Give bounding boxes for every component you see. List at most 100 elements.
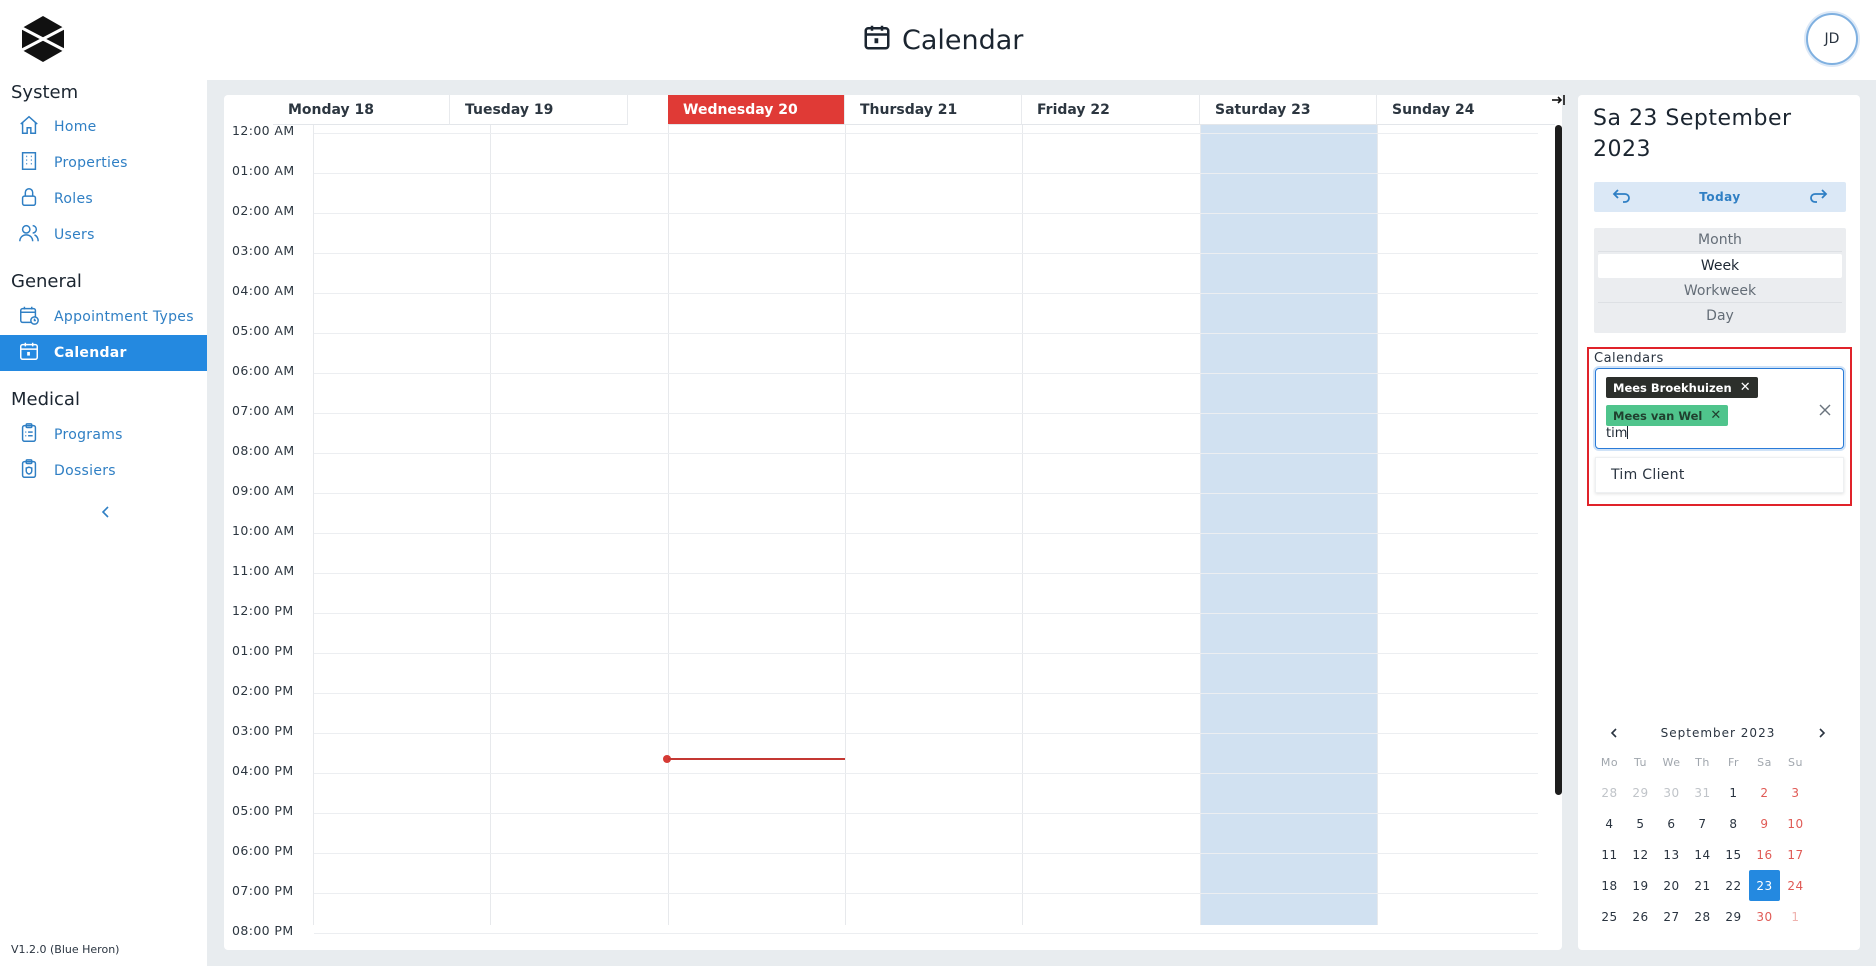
view-option-day[interactable]: Day (1598, 304, 1842, 328)
hour-line (314, 893, 1538, 894)
mini-calendar-day[interactable]: 11 (1594, 839, 1625, 870)
mini-calendar-day[interactable]: 27 (1656, 901, 1687, 932)
sidebar-item-appointment-types[interactable]: Appointment Types (0, 299, 207, 335)
mini-calendar-day[interactable]: 14 (1687, 839, 1718, 870)
mini-calendar-day[interactable]: 8 (1718, 808, 1749, 839)
time-label: 05:00 AM (232, 323, 295, 338)
mini-calendar-header: September 2023 (1608, 723, 1828, 743)
day-header[interactable]: Monday 18 (273, 95, 450, 125)
sidebar-item-label: Home (54, 119, 97, 135)
hour-line (314, 693, 1538, 694)
time-label: 08:00 PM (232, 923, 294, 938)
mini-calendar-day[interactable]: 28 (1687, 901, 1718, 932)
sidebar-item-programs[interactable]: Programs (0, 417, 207, 453)
mini-calendar-day[interactable]: 29 (1625, 777, 1656, 808)
time-label: 04:00 PM (232, 763, 294, 778)
mini-calendar-day[interactable]: 28 (1594, 777, 1625, 808)
sidebar-item-properties[interactable]: Properties (0, 145, 207, 181)
hour-line (314, 293, 1538, 294)
column-divider (1022, 125, 1023, 925)
previous-month-chevron-icon[interactable] (1608, 724, 1620, 743)
mini-calendar-day[interactable]: 3 (1780, 777, 1811, 808)
column-divider (313, 125, 314, 925)
mini-calendar-day[interactable]: 26 (1625, 901, 1656, 932)
time-label: 01:00 AM (232, 163, 295, 178)
mini-calendar-day[interactable]: 15 (1718, 839, 1749, 870)
calendar-icon (862, 22, 892, 59)
mini-calendar-day[interactable]: 1 (1718, 777, 1749, 808)
mini-calendar-day[interactable]: 9 (1749, 808, 1780, 839)
calendar-chip: Mees van Wel ✕ (1606, 405, 1729, 426)
chip-label: Mees Broekhuizen (1613, 380, 1732, 395)
mini-calendar-day[interactable]: 6 (1656, 808, 1687, 839)
dropdown-option[interactable]: Tim Client (1595, 457, 1844, 493)
mini-calendar-month[interactable]: September 2023 (1661, 726, 1776, 740)
sidebar-item-users[interactable]: Users (0, 217, 207, 253)
mini-calendar-day-selected[interactable]: 23 (1749, 870, 1780, 901)
day-header[interactable]: Friday 22 (1022, 95, 1200, 125)
calendars-filter: Calendars Mees Broekhuizen ✕ Mees van We… (1587, 347, 1852, 506)
calendar-search-input[interactable]: tim (1606, 426, 1629, 441)
mini-calendar-day[interactable]: 19 (1625, 870, 1656, 901)
mini-calendar-day[interactable]: 1 (1780, 901, 1811, 932)
view-option-month[interactable]: Month (1598, 228, 1842, 252)
hour-line (314, 413, 1538, 414)
app-logo[interactable] (18, 14, 68, 64)
time-label: 07:00 PM (232, 883, 294, 898)
day-header[interactable]: Tuesday 19 (450, 95, 628, 125)
mini-calendar-day[interactable]: 5 (1625, 808, 1656, 839)
calendar-icon (18, 340, 40, 366)
page-title-text: Calendar (902, 24, 1024, 56)
mini-calendar-day[interactable]: 30 (1656, 777, 1687, 808)
calendars-multiselect[interactable]: Mees Broekhuizen ✕ Mees van Wel ✕ tim (1595, 368, 1844, 449)
day-header-today[interactable]: Wednesday 20 (668, 95, 845, 125)
next-month-chevron-icon[interactable] (1816, 724, 1828, 743)
hour-line (314, 173, 1538, 174)
mini-calendar-day[interactable]: 22 (1718, 870, 1749, 901)
next-arrow-icon[interactable] (1808, 187, 1828, 207)
mini-calendar-day[interactable]: 10 (1780, 808, 1811, 839)
view-option-week[interactable]: Week (1598, 254, 1842, 278)
previous-arrow-icon[interactable] (1612, 187, 1632, 207)
remove-chip-icon[interactable]: ✕ (1740, 380, 1751, 395)
mini-calendar-day[interactable]: 12 (1625, 839, 1656, 870)
time-label: 11:00 AM (232, 563, 295, 578)
mini-calendar-day[interactable]: 7 (1687, 808, 1718, 839)
view-option-workweek[interactable]: Workweek (1598, 279, 1842, 303)
mini-calendar-day[interactable]: 18 (1594, 870, 1625, 901)
day-header[interactable]: Saturday 23 (1200, 95, 1377, 125)
mini-calendar-day[interactable]: 30 (1749, 901, 1780, 932)
column-divider (845, 125, 846, 925)
mini-calendar-day[interactable]: 21 (1687, 870, 1718, 901)
date-navigation: Today (1594, 182, 1846, 212)
mini-calendar-day[interactable]: 2 (1749, 777, 1780, 808)
mini-calendar-day[interactable]: 25 (1594, 901, 1625, 932)
column-divider (1377, 125, 1378, 925)
building-icon (18, 150, 40, 176)
mini-calendar-day[interactable]: 20 (1656, 870, 1687, 901)
clear-selection-icon[interactable] (1819, 401, 1831, 416)
remove-chip-icon[interactable]: ✕ (1710, 408, 1721, 423)
mini-calendar-day[interactable]: 4 (1594, 808, 1625, 839)
day-header[interactable]: Thursday 21 (845, 95, 1022, 125)
calendar-scrollbar[interactable] (1555, 125, 1562, 795)
day-header[interactable]: Sunday 24 (1377, 95, 1555, 125)
weekday-label: Su (1788, 755, 1803, 769)
collapse-sidebar-chevron-icon[interactable] (98, 504, 114, 520)
mini-calendar-day[interactable]: 31 (1687, 777, 1718, 808)
sidebar-item-label: Calendar (54, 345, 127, 361)
calendars-label: Calendars (1594, 351, 1664, 366)
expand-panel-icon[interactable] (1550, 92, 1566, 108)
today-button[interactable]: Today (1699, 190, 1740, 204)
mini-calendar-day[interactable]: 24 (1780, 870, 1811, 901)
sidebar-item-dossiers[interactable]: Dossiers (0, 453, 207, 489)
mini-calendar-day[interactable]: 29 (1718, 901, 1749, 932)
sidebar-item-calendar[interactable]: Calendar (0, 335, 207, 371)
mini-calendar-day[interactable]: 13 (1656, 839, 1687, 870)
mini-calendar-day[interactable]: 17 (1780, 839, 1811, 870)
time-label: 07:00 AM (232, 403, 295, 418)
user-avatar[interactable]: JD (1806, 13, 1858, 65)
mini-calendar-day[interactable]: 16 (1749, 839, 1780, 870)
sidebar-item-roles[interactable]: Roles (0, 181, 207, 217)
sidebar-item-home[interactable]: Home (0, 109, 207, 145)
